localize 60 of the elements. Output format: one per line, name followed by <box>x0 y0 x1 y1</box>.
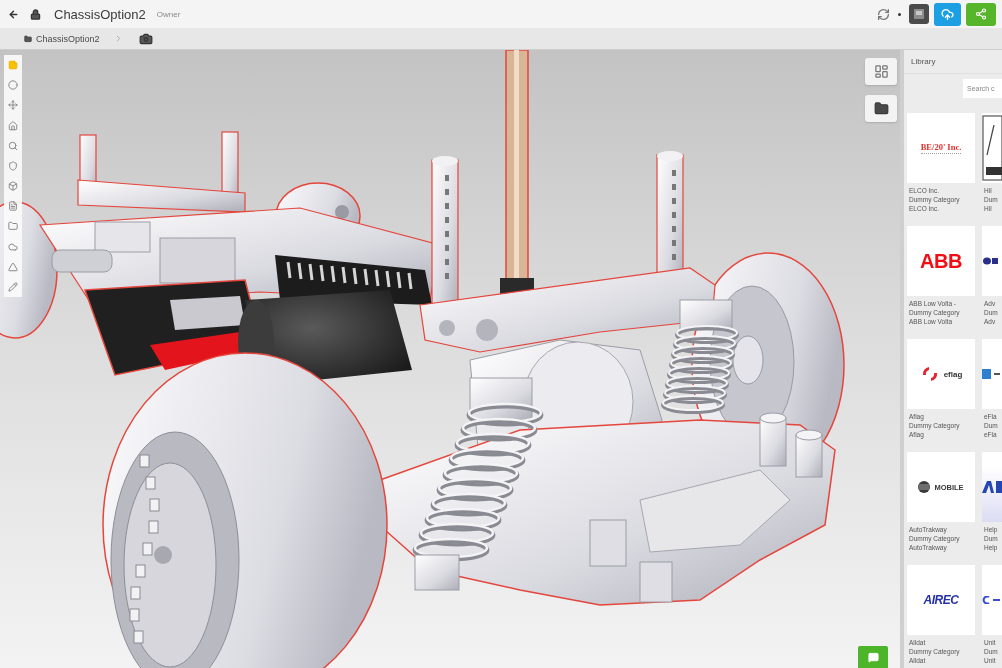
upload-button[interactable] <box>934 2 961 26</box>
logo-tile[interactable] <box>982 226 1002 296</box>
sphere-icon <box>918 481 931 493</box>
document-icon <box>8 201 18 212</box>
search-icon <box>8 140 18 151</box>
box-tool-button[interactable] <box>6 179 20 194</box>
logo-icon <box>982 596 1000 604</box>
note-icon <box>8 60 18 70</box>
shield-tool-button[interactable] <box>6 158 20 173</box>
dot-icon <box>898 12 901 16</box>
logo-drawing <box>982 115 1002 181</box>
home-icon <box>8 120 18 131</box>
logo-icon <box>982 257 998 265</box>
company-logo: ABB <box>920 249 962 273</box>
logo-tile[interactable]: ABB <box>907 226 975 296</box>
message-icon <box>867 651 879 663</box>
folder-button[interactable] <box>865 95 897 122</box>
logo-tile[interactable] <box>982 452 1002 522</box>
home-tool-button[interactable] <box>6 118 20 133</box>
note-tool-button[interactable] <box>6 58 20 72</box>
pencil-tool-button[interactable] <box>6 279 20 294</box>
folder-icon <box>24 34 32 43</box>
breadcrumb-link[interactable]: ChassisOption2 <box>36 33 100 44</box>
panel-title: Library <box>911 57 936 66</box>
move-icon <box>8 100 18 111</box>
box-icon <box>8 181 18 192</box>
logo-icon <box>982 369 1000 379</box>
logo-tile[interactable]: BE/20' Inc. <box>907 113 975 183</box>
logo-tile[interactable]: eflag <box>907 339 975 409</box>
logo-tile[interactable] <box>982 565 1002 635</box>
folder-icon <box>8 221 18 232</box>
document-title: ChassisOption2 <box>54 6 146 22</box>
share-button[interactable] <box>966 2 996 26</box>
company-logo: BE/20' Inc. <box>920 142 962 154</box>
logo-tile[interactable]: AIREC <box>907 565 975 635</box>
cloud-upload-icon <box>941 7 954 21</box>
camera-icon[interactable] <box>138 31 153 46</box>
layout-button[interactable] <box>865 58 897 85</box>
document-tool-button[interactable] <box>6 199 20 214</box>
role-label: Owner <box>156 9 181 19</box>
sphere-icon <box>8 80 18 91</box>
sync-icon[interactable] <box>877 7 890 21</box>
move-tool-button[interactable] <box>6 98 20 113</box>
folder-icon <box>873 101 889 116</box>
panel-icon[interactable] <box>909 4 929 24</box>
logo-tile[interactable] <box>982 113 1002 183</box>
company-logo: eflag <box>943 369 963 379</box>
logo-tile[interactable] <box>982 339 1002 409</box>
shield-icon <box>8 160 18 171</box>
triangle-icon <box>8 261 18 272</box>
logo-icon <box>982 481 1002 493</box>
back-icon[interactable] <box>8 8 19 20</box>
lock-icon <box>30 8 41 20</box>
layout-icon <box>873 64 889 79</box>
share-icon <box>975 8 987 20</box>
company-logo: AIREC <box>923 593 959 607</box>
pencil-icon <box>8 281 18 292</box>
chat-button[interactable] <box>858 646 888 668</box>
cloud-icon <box>8 241 18 252</box>
sphere-tool-button[interactable] <box>6 78 20 93</box>
